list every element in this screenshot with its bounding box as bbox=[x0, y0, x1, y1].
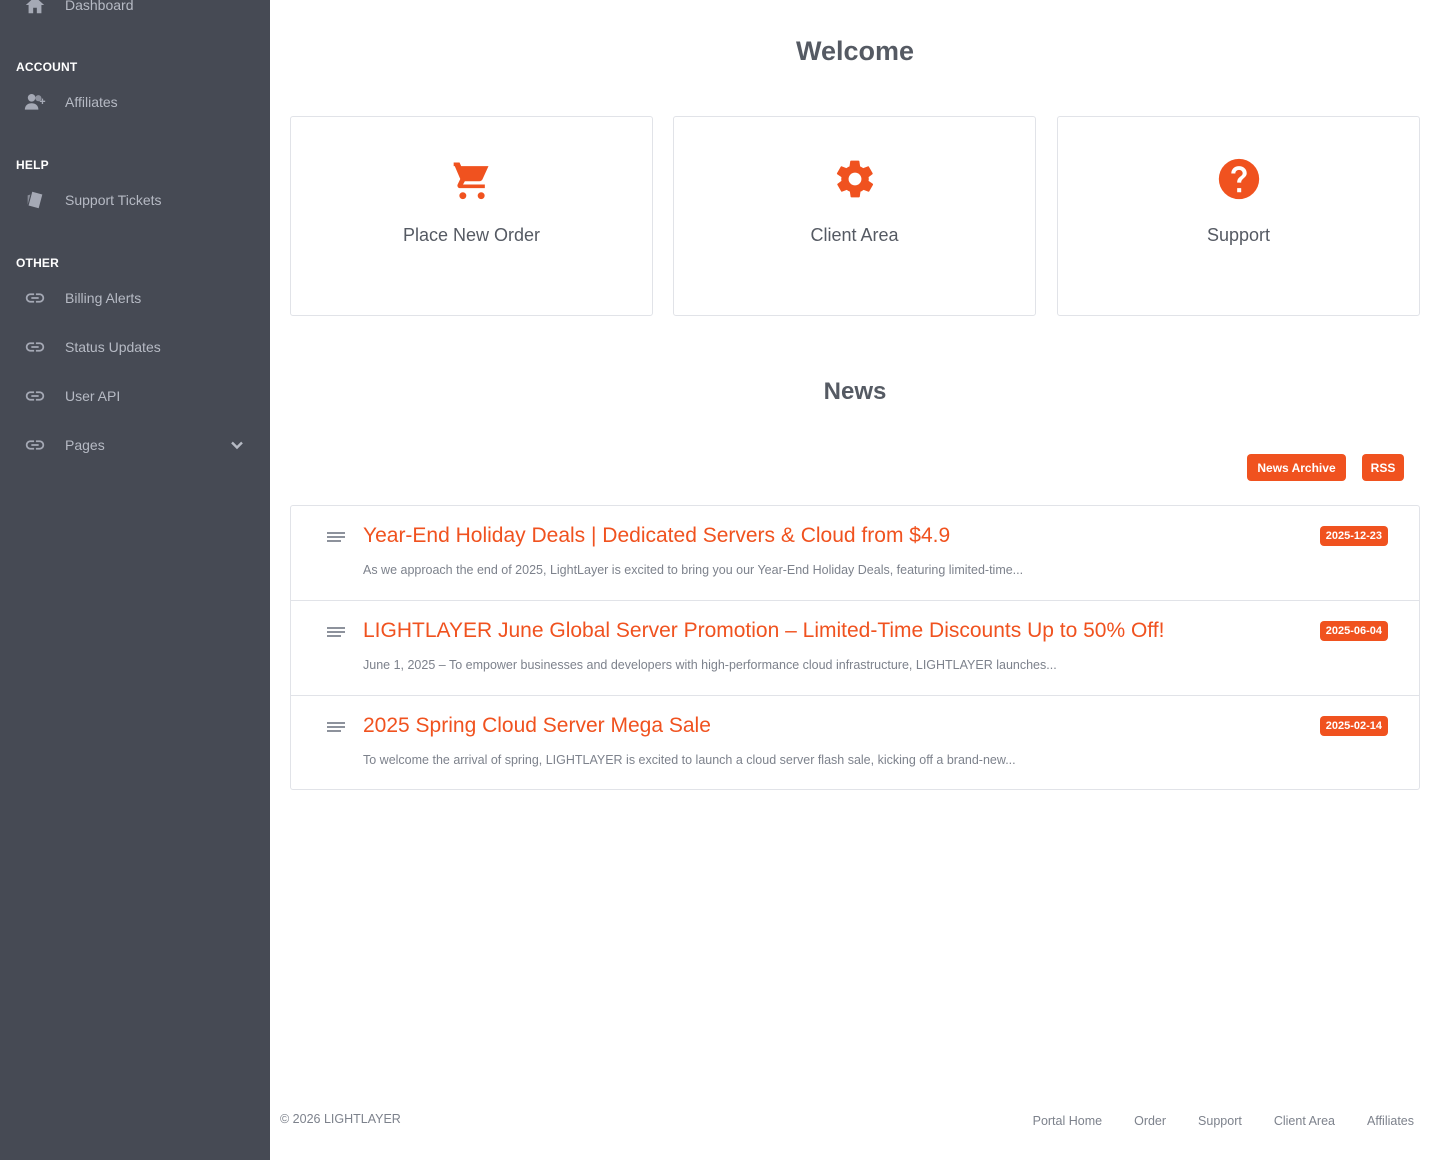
text-lines-icon bbox=[327, 627, 345, 641]
news-excerpt: To welcome the arrival of spring, LIGHTL… bbox=[363, 753, 1016, 767]
link-icon bbox=[22, 432, 48, 458]
sidebar-item-user-api[interactable]: User API bbox=[0, 376, 270, 416]
text-lines-icon bbox=[327, 532, 345, 546]
sidebar-item-billing-alerts[interactable]: Billing Alerts bbox=[0, 278, 270, 318]
rss-button[interactable]: RSS bbox=[1362, 454, 1404, 481]
sidebar-item-label: Pages bbox=[65, 437, 105, 453]
footer-link-order[interactable]: Order bbox=[1134, 1114, 1166, 1128]
date-badge: 2025-12-23 bbox=[1319, 526, 1388, 546]
news-item[interactable]: Year-End Holiday Deals | Dedicated Serve… bbox=[291, 506, 1419, 601]
news-archive-button[interactable]: News Archive bbox=[1247, 454, 1346, 481]
news-heading: News bbox=[823, 378, 887, 405]
sidebar-item-label: Billing Alerts bbox=[65, 290, 142, 306]
footer-link-support[interactable]: Support bbox=[1198, 1114, 1242, 1128]
client-area-card[interactable]: Client Area bbox=[673, 116, 1036, 316]
news-title[interactable]: Year-End Holiday Deals | Dedicated Serve… bbox=[363, 524, 950, 548]
footer-link-portal-home[interactable]: Portal Home bbox=[1033, 1114, 1102, 1128]
card-label: Client Area bbox=[810, 225, 899, 245]
text-lines-icon bbox=[327, 722, 345, 736]
sidebar-item-label: Dashboard bbox=[65, 0, 134, 13]
copyright: © 2026 LIGHTLAYER bbox=[280, 1112, 401, 1126]
ticket-icon bbox=[22, 187, 48, 213]
sidebar-item-pages[interactable]: Pages bbox=[0, 425, 270, 465]
chevron-down-icon[interactable] bbox=[230, 438, 244, 452]
sidebar-item-label: Support Tickets bbox=[65, 192, 162, 208]
footer-link-affiliates[interactable]: Affiliates bbox=[1367, 1114, 1414, 1128]
sidebar-item-support-tickets[interactable]: Support Tickets bbox=[0, 180, 270, 220]
section-heading-account: ACCOUNT bbox=[16, 60, 78, 74]
support-card[interactable]: Support bbox=[1057, 116, 1420, 316]
news-list: Year-End Holiday Deals | Dedicated Serve… bbox=[290, 505, 1420, 790]
news-excerpt: June 1, 2025 – To empower businesses and… bbox=[363, 658, 1057, 672]
news-item[interactable]: LIGHTLAYER June Global Server Promotion … bbox=[291, 601, 1419, 696]
card-label: Support bbox=[1206, 225, 1271, 245]
gear-icon bbox=[674, 157, 1035, 201]
sidebar-item-label: Status Updates bbox=[65, 339, 161, 355]
footer-link-client-area[interactable]: Client Area bbox=[1274, 1114, 1335, 1128]
link-icon bbox=[22, 383, 48, 409]
sidebar-item-dashboard[interactable]: Dashboard bbox=[0, 0, 270, 25]
news-title[interactable]: LIGHTLAYER June Global Server Promotion … bbox=[363, 619, 1164, 643]
place-new-order-card[interactable]: Place New Order bbox=[290, 116, 653, 316]
sidebar-item-affiliates[interactable]: Affiliates bbox=[0, 82, 270, 122]
news-item[interactable]: 2025 Spring Cloud Server Mega Sale To we… bbox=[291, 696, 1419, 791]
link-icon bbox=[22, 285, 48, 311]
section-heading-other: OTHER bbox=[16, 256, 59, 270]
link-icon bbox=[22, 334, 48, 360]
section-heading-help: HELP bbox=[16, 158, 49, 172]
user-plus-icon bbox=[22, 89, 48, 115]
main-content: Welcome Place New Order Client Area Supp… bbox=[270, 0, 1440, 1160]
date-badge: 2025-06-04 bbox=[1319, 621, 1388, 641]
home-icon bbox=[22, 0, 48, 18]
cart-icon bbox=[291, 157, 652, 201]
news-title[interactable]: 2025 Spring Cloud Server Mega Sale bbox=[363, 714, 711, 738]
footer-links: Portal Home Order Support Client Area Af… bbox=[1033, 1114, 1414, 1128]
question-circle-icon bbox=[1058, 157, 1419, 201]
sidebar-item-label: User API bbox=[65, 388, 121, 404]
news-excerpt: As we approach the end of 2025, LightLay… bbox=[363, 563, 1024, 577]
card-label: Place New Order bbox=[402, 225, 541, 245]
sidebar: Dashboard ACCOUNT Affiliates HELP Suppor… bbox=[0, 0, 270, 1160]
page-title: Welcome bbox=[795, 36, 915, 66]
sidebar-item-label: Affiliates bbox=[65, 94, 118, 110]
sidebar-item-status-updates[interactable]: Status Updates bbox=[0, 327, 270, 367]
date-badge: 2025-02-14 bbox=[1319, 716, 1388, 736]
